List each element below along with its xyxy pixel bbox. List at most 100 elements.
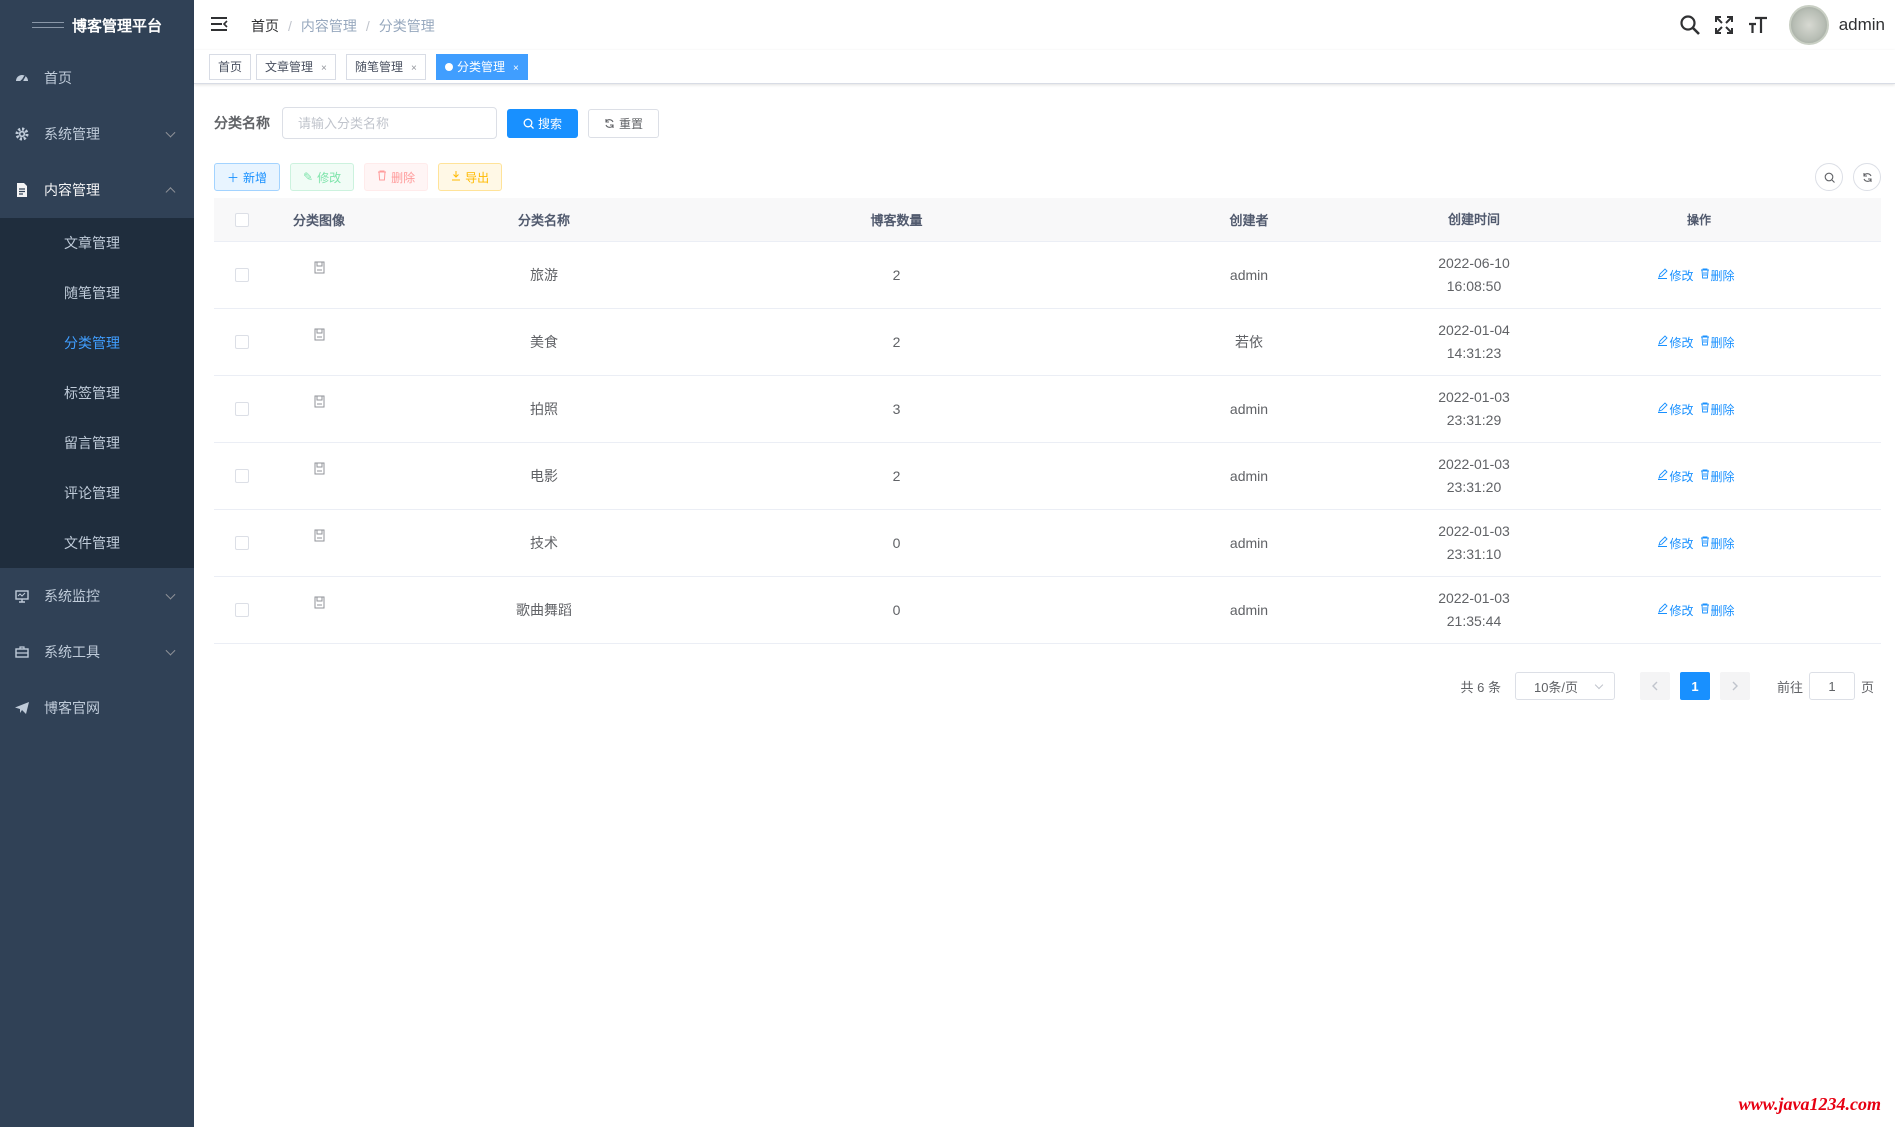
row-edit-button[interactable]: 修改 — [1657, 468, 1694, 485]
page-number-current[interactable]: 1 — [1679, 672, 1710, 700]
trash-icon — [1700, 335, 1711, 349]
trash-icon — [1700, 268, 1711, 282]
export-button[interactable]: 导出 — [438, 163, 503, 191]
row-date: 2022-01-03 — [1438, 590, 1510, 606]
tag-categories[interactable]: 分类管理 × — [436, 54, 528, 80]
page-size-value: 10条/页 — [1533, 679, 1579, 695]
sidebar-item-system[interactable]: 系统管理 — [0, 106, 194, 162]
table-row[interactable]: 电影 2 admin 2022-01-03 23:31:20 修改 删除 — [214, 443, 1881, 510]
sidebar-item-essays[interactable]: 随笔管理 — [0, 268, 194, 318]
pagination-total: 共 6 条 — [1460, 679, 1501, 695]
close-icon[interactable]: × — [513, 63, 519, 74]
breadcrumb-home[interactable]: 首页 — [251, 16, 279, 36]
row-edit-button[interactable]: 修改 — [1657, 535, 1694, 552]
goto-page-input[interactable] — [1808, 672, 1855, 700]
delete-button[interactable]: 删除 — [364, 163, 429, 191]
edit-button[interactable]: ✎ 修改 — [290, 163, 355, 191]
tag-articles[interactable]: 文章管理 × — [256, 54, 336, 80]
row-delete-label: 删除 — [1710, 469, 1735, 484]
refresh-button[interactable] — [1853, 163, 1881, 191]
tag-essays[interactable]: 随笔管理 × — [346, 54, 426, 80]
row-count: 3 — [892, 401, 901, 417]
row-delete-button[interactable]: 删除 — [1700, 334, 1735, 351]
row-checkbox[interactable] — [234, 603, 249, 617]
breadcrumb-separator: / — [288, 18, 292, 34]
row-delete-label: 删除 — [1710, 603, 1735, 618]
row-checkbox[interactable] — [234, 469, 249, 483]
row-delete-label: 删除 — [1710, 335, 1735, 350]
fullscreen-icon[interactable] — [1713, 14, 1735, 36]
sidebar-item-tags[interactable]: 标签管理 — [0, 368, 194, 418]
chevron-left-icon — [1651, 681, 1658, 691]
row-creator: admin — [1229, 535, 1269, 551]
row-delete-label: 删除 — [1710, 268, 1735, 283]
tag-home[interactable]: 首页 — [209, 54, 252, 80]
sidebar-item-tools[interactable]: 系统工具 — [0, 624, 194, 680]
table-row[interactable]: 拍照 3 admin 2022-01-03 23:31:29 修改 删除 — [214, 376, 1881, 443]
table-header: 分类图像 分类名称 博客数量 创建者 创建时间 操作 — [214, 198, 1881, 242]
row-ops: 修改 删除 — [1524, 602, 1874, 619]
sidebar-item-website[interactable]: 博客官网 — [0, 680, 194, 736]
reset-button[interactable]: 重置 — [588, 108, 660, 138]
trash-icon — [1700, 402, 1711, 416]
add-button[interactable]: ＋新增 — [214, 163, 281, 191]
close-icon[interactable]: × — [411, 63, 417, 74]
search-icon[interactable] — [1679, 14, 1701, 36]
row-delete-button[interactable]: 删除 — [1700, 535, 1735, 552]
row-checkbox[interactable] — [234, 268, 249, 282]
sidebar-item-content[interactable]: 内容管理 — [0, 162, 194, 218]
sidebar-item-comments[interactable]: 评论管理 — [0, 468, 194, 518]
download-icon — [451, 170, 461, 184]
edit-icon — [1657, 469, 1669, 483]
monitor-icon — [14, 588, 30, 604]
table-row[interactable]: 歌曲舞蹈 0 admin 2022-01-03 21:35:44 修改 删除 — [214, 577, 1881, 644]
row-edit-button[interactable]: 修改 — [1657, 401, 1694, 418]
toggle-search-button[interactable] — [1815, 163, 1843, 191]
document-icon — [14, 182, 30, 198]
sidebar-item-home[interactable]: 首页 — [0, 50, 194, 106]
row-date: 2022-01-03 — [1438, 523, 1510, 539]
row-delete-button[interactable]: 删除 — [1700, 401, 1735, 418]
next-page-button[interactable] — [1719, 672, 1750, 700]
table-row[interactable]: 技术 0 admin 2022-01-03 23:31:10 修改 删除 — [214, 510, 1881, 577]
breadcrumb-content[interactable]: 内容管理 — [301, 16, 357, 36]
close-icon[interactable]: × — [321, 63, 327, 74]
sidebar-item-files[interactable]: 文件管理 — [0, 518, 194, 568]
sidebar-item-articles[interactable]: 文章管理 — [0, 218, 194, 268]
select-all-checkbox[interactable] — [234, 212, 249, 227]
trash-icon — [1700, 469, 1711, 483]
row-edit-button[interactable]: 修改 — [1657, 334, 1694, 351]
row-name: 拍照 — [530, 401, 558, 417]
search-button[interactable]: 搜索 — [507, 108, 579, 138]
row-checkbox[interactable] — [234, 402, 249, 416]
sidebar-item-label: 博客官网 — [44, 700, 100, 716]
table-row[interactable]: 旅游 2 admin 2022-06-10 16:08:50 修改 删除 — [214, 242, 1881, 309]
avatar[interactable] — [1788, 5, 1829, 45]
font-size-icon[interactable] — [1747, 14, 1769, 36]
app-logo[interactable]: 博客管理平台 — [0, 0, 194, 50]
hamburger-icon[interactable] — [210, 16, 228, 32]
row-edit-button[interactable]: 修改 — [1657, 602, 1694, 619]
page-size-select[interactable]: 10条/页 — [1514, 672, 1615, 700]
prev-page-button[interactable] — [1639, 672, 1670, 700]
row-count: 2 — [892, 334, 901, 350]
row-edit-label: 修改 — [1669, 268, 1694, 283]
sidebar-item-messages[interactable]: 留言管理 — [0, 418, 194, 468]
row-delete-button[interactable]: 删除 — [1700, 602, 1735, 619]
row-delete-label: 删除 — [1710, 536, 1735, 551]
row-checkbox[interactable] — [234, 536, 249, 550]
action-toolbar: ＋新增 ✎ 修改 删除 导出 — [214, 163, 512, 191]
row-checkbox[interactable] — [234, 335, 249, 349]
row-delete-button[interactable]: 删除 — [1700, 468, 1735, 485]
row-time: 14:31:23 — [1446, 345, 1502, 361]
row-delete-button[interactable]: 删除 — [1700, 267, 1735, 284]
row-check-cell — [214, 603, 269, 617]
sidebar-item-categories[interactable]: 分类管理 — [0, 318, 194, 368]
table-row[interactable]: 美食 2 若依 2022-01-04 14:31:23 修改 删除 — [214, 309, 1881, 376]
breadcrumb-current: 分类管理 — [378, 18, 435, 34]
row-check-cell — [214, 402, 269, 416]
row-edit-button[interactable]: 修改 — [1657, 267, 1694, 284]
category-name-input[interactable] — [282, 107, 497, 139]
username[interactable]: admin — [1839, 15, 1885, 35]
sidebar-item-monitor[interactable]: 系统监控 — [0, 568, 194, 624]
